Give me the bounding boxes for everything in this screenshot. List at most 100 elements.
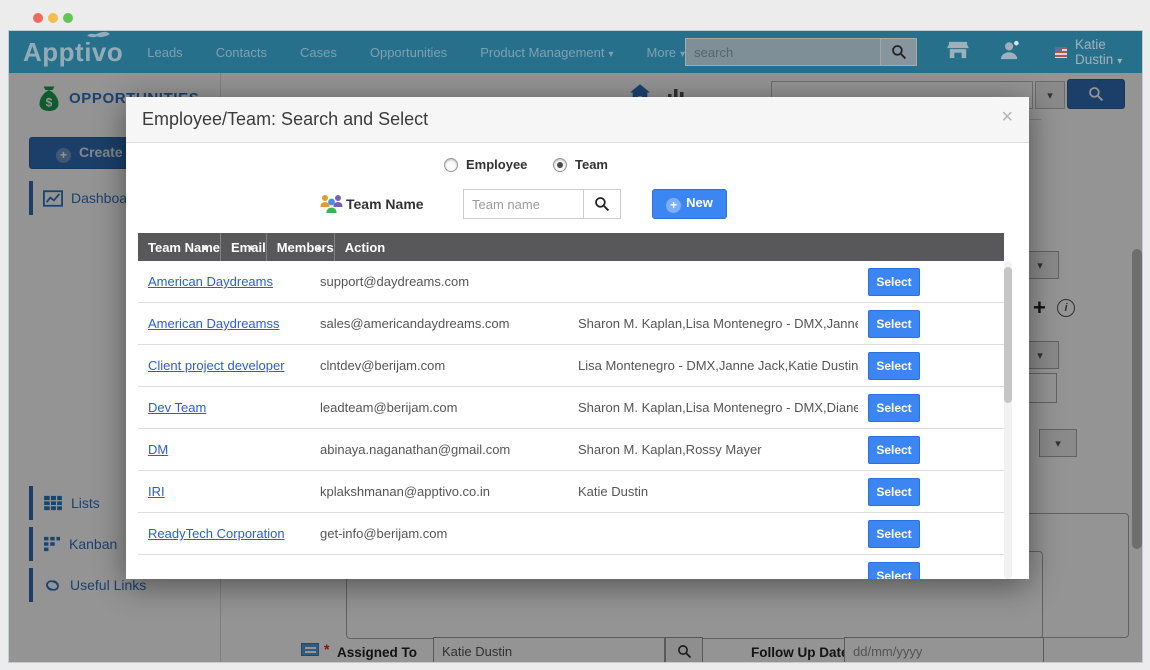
team-email-cell: clntdev@berijam.com <box>310 358 568 373</box>
team-name-link[interactable]: IRI <box>148 484 165 499</box>
nav-menu: Leads Contacts Cases Opportunities Product M… <box>147 45 685 60</box>
traffic-light-minimize-button[interactable] <box>48 13 58 23</box>
nav-menu-item[interactable]: Product Management ▾ <box>480 45 613 60</box>
global-search-input[interactable] <box>685 38 881 66</box>
nav-menu-item[interactable]: More▾ <box>647 45 686 60</box>
team-members-cell: Sharon M. Kaplan,Lisa Montenegro - DMX,D… <box>568 400 858 415</box>
radio-employee[interactable]: Employee <box>444 157 527 172</box>
team-email-cell: get-info@berijam.com <box>310 526 568 541</box>
select-button[interactable]: Select <box>868 352 920 380</box>
apptivo-logo-text: Apptivo <box>23 37 123 67</box>
apptivo-logo[interactable]: Apptivo <box>23 37 123 68</box>
nav-menu-item[interactable]: Leads <box>147 45 182 60</box>
plus-circle-icon: + <box>666 198 681 213</box>
close-icon[interactable]: × <box>1001 107 1013 127</box>
modal-header: Employee/Team: Search and Select × <box>126 97 1029 143</box>
table-row: American Daydreamss sales@americandaydre… <box>138 303 1004 345</box>
table-header-label: Action <box>345 240 385 255</box>
radio-button-icon <box>553 158 567 172</box>
browser-chrome <box>0 0 1150 30</box>
table-header-cell[interactable]: Members▲ <box>267 233 335 261</box>
radio-team-label: Team <box>575 157 608 172</box>
traffic-light-close-button[interactable] <box>33 13 43 23</box>
team-name-link[interactable]: Dev Team <box>148 400 206 415</box>
select-button[interactable]: Select <box>868 394 920 422</box>
nav-menu-item-label: More <box>647 45 677 60</box>
table-row: Client project developer clntdev@berijam… <box>138 345 1004 387</box>
screen: Apptivo Leads Contacts Cases Opportunities P… <box>0 0 1150 670</box>
team-name-link[interactable]: American Daydreams <box>148 274 273 289</box>
table-header-cell[interactable]: Email▲ <box>221 233 267 261</box>
table-row: American Daydreams support@daydreams.com… <box>138 261 1004 303</box>
select-button[interactable]: Select <box>868 268 920 296</box>
select-button[interactable]: Select <box>868 478 920 506</box>
nav-menu-item-label: Opportunities <box>370 45 447 60</box>
modal-title: Employee/Team: Search and Select <box>142 109 428 130</box>
select-button[interactable]: Select <box>868 436 920 464</box>
team-table: Team Name▲Email▲Members▲Action American … <box>138 233 1004 579</box>
team-name-link[interactable]: American Daydreamss <box>148 316 280 331</box>
table-row: DM abinaya.naganathan@gmail.com Sharon M… <box>138 429 1004 471</box>
global-search-button[interactable] <box>881 38 917 66</box>
chevron-down-icon: ▾ <box>1117 56 1122 67</box>
nav-menu-item[interactable]: Cases <box>300 45 337 60</box>
top-nav: Apptivo Leads Contacts Cases Opportunities P… <box>9 31 1142 73</box>
user-menu[interactable]: Katie Dustin ▾ <box>1075 37 1129 67</box>
team-email-cell: leadteam@berijam.com <box>310 400 568 415</box>
locale-flag-icon <box>1055 47 1067 58</box>
chevron-down-icon: ▾ <box>608 49 613 60</box>
table-row: Dev Team leadteam@berijam.com Sharon M. … <box>138 387 1004 429</box>
team-table-body: American Daydreams support@daydreams.com… <box>138 261 1004 579</box>
team-table-header: Team Name▲Email▲Members▲Action <box>138 233 1004 261</box>
app-window: Apptivo Leads Contacts Cases Opportunities P… <box>8 30 1143 663</box>
table-header-label: Members <box>277 240 334 255</box>
sort-asc-icon[interactable]: ▲ <box>315 242 324 252</box>
select-button[interactable]: Select <box>868 310 920 338</box>
nav-menu-item-label: Contacts <box>216 45 267 60</box>
user-name-label: Katie Dustin <box>1075 37 1113 67</box>
team-name-link[interactable]: ReadyTech Corporation <box>148 526 285 541</box>
team-members-cell: Sharon M. Kaplan,Rossy Mayer <box>568 442 858 457</box>
notifications-user-icon[interactable] <box>999 40 1021 65</box>
team-email-cell: sales@americandaydreams.com <box>310 316 568 331</box>
new-team-button[interactable]: + New <box>652 189 727 219</box>
team-email-cell: abinaya.naganathan@gmail.com <box>310 442 568 457</box>
table-row: ReadyTech Corporation get-info@berijam.c… <box>138 513 1004 555</box>
nav-menu-item-label: Leads <box>147 45 182 60</box>
traffic-light-maximize-button[interactable] <box>63 13 73 23</box>
radio-button-icon <box>444 158 458 172</box>
table-header-cell[interactable]: Team Name▲ <box>138 233 221 261</box>
nav-menu-item[interactable]: Opportunities <box>370 45 447 60</box>
team-members-cell: Lisa Montenegro - DMX,Janne Jack,Katie D… <box>568 358 858 373</box>
team-name-link[interactable]: DM <box>148 442 168 457</box>
table-header-cell[interactable]: Action <box>335 233 385 261</box>
nav-menu-item-label: Product Management <box>480 45 604 60</box>
nav-menu-item-label: Cases <box>300 45 337 60</box>
employee-team-modal: Employee/Team: Search and Select × Emplo… <box>126 97 1029 579</box>
team-group-icon <box>319 193 344 214</box>
team-email-cell: kplakshmanan@apptivo.co.in <box>310 484 568 499</box>
team-search-row: Team Name + New <box>126 189 1029 219</box>
team-search-button[interactable] <box>583 189 621 219</box>
search-icon <box>594 196 610 212</box>
table-scrollbar-thumb[interactable] <box>1004 267 1012 403</box>
table-row: Select <box>138 555 1004 579</box>
entity-type-radios: Employee Team <box>126 157 1029 177</box>
radio-team[interactable]: Team <box>553 157 608 172</box>
team-members-cell: Sharon M. Kaplan,Lisa Montenegro - DMX,J… <box>568 316 858 331</box>
sort-asc-icon[interactable]: ▲ <box>247 242 256 252</box>
sort-asc-icon[interactable]: ▲ <box>201 242 210 252</box>
team-name-link[interactable]: Client project developer <box>148 358 285 373</box>
team-email-cell: support@daydreams.com <box>310 274 568 289</box>
select-button[interactable]: Select <box>868 520 920 548</box>
team-name-label: Team Name <box>346 196 424 212</box>
team-name-input[interactable] <box>463 189 584 219</box>
select-button[interactable]: Select <box>868 562 920 580</box>
radio-employee-label: Employee <box>466 157 527 172</box>
new-button-label: New <box>686 195 713 210</box>
app-store-icon[interactable] <box>947 40 969 65</box>
table-row: IRI kplakshmanan@apptivo.co.in Katie Dus… <box>138 471 1004 513</box>
nav-menu-item[interactable]: Contacts <box>216 45 267 60</box>
team-members-cell: Katie Dustin <box>568 484 858 499</box>
global-search <box>685 38 917 66</box>
